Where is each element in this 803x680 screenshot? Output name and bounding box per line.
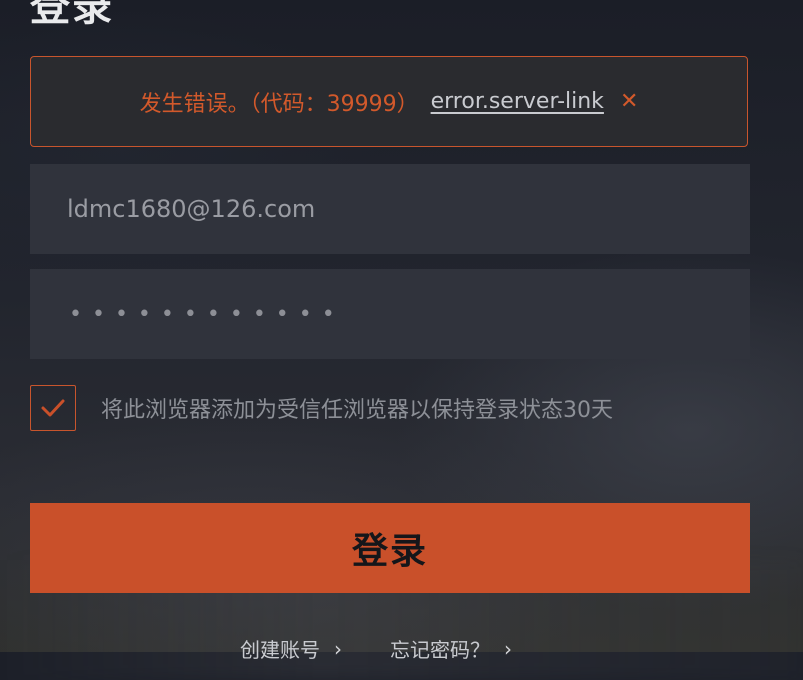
footer-links: 创建账号 › 忘记密码？ › xyxy=(240,634,512,663)
forgot-password-link[interactable]: 忘记密码？ › xyxy=(390,634,512,663)
create-account-label: 创建账号 xyxy=(240,638,320,662)
chevron-right-icon: › xyxy=(334,636,342,661)
remember-checkbox[interactable] xyxy=(30,385,76,431)
close-icon[interactable]: ✕ xyxy=(620,89,638,114)
remember-row: 将此浏览器添加为受信任浏览器以保持登录状态30天 xyxy=(30,385,613,431)
error-banner: 发生错误。（代码：39999） error.server-link ✕ xyxy=(30,56,748,147)
page-title: 登录 xyxy=(30,0,114,30)
checkmark-icon xyxy=(41,399,65,417)
email-field[interactable] xyxy=(65,194,750,224)
create-account-link[interactable]: 创建账号 › xyxy=(240,634,342,663)
login-button[interactable]: 登录 xyxy=(30,503,750,593)
forgot-password-label: 忘记密码？ xyxy=(390,638,490,662)
error-message: 发生错误。（代码：39999） xyxy=(139,91,419,117)
remember-label: 将此浏览器添加为受信任浏览器以保持登录状态30天 xyxy=(101,398,613,423)
password-mask: •••••••••••• xyxy=(69,301,345,327)
password-field[interactable]: •••••••••••• xyxy=(30,269,750,359)
chevron-right-icon: › xyxy=(504,636,512,661)
email-field-container xyxy=(30,164,750,254)
error-link[interactable]: error.server-link xyxy=(431,89,604,114)
